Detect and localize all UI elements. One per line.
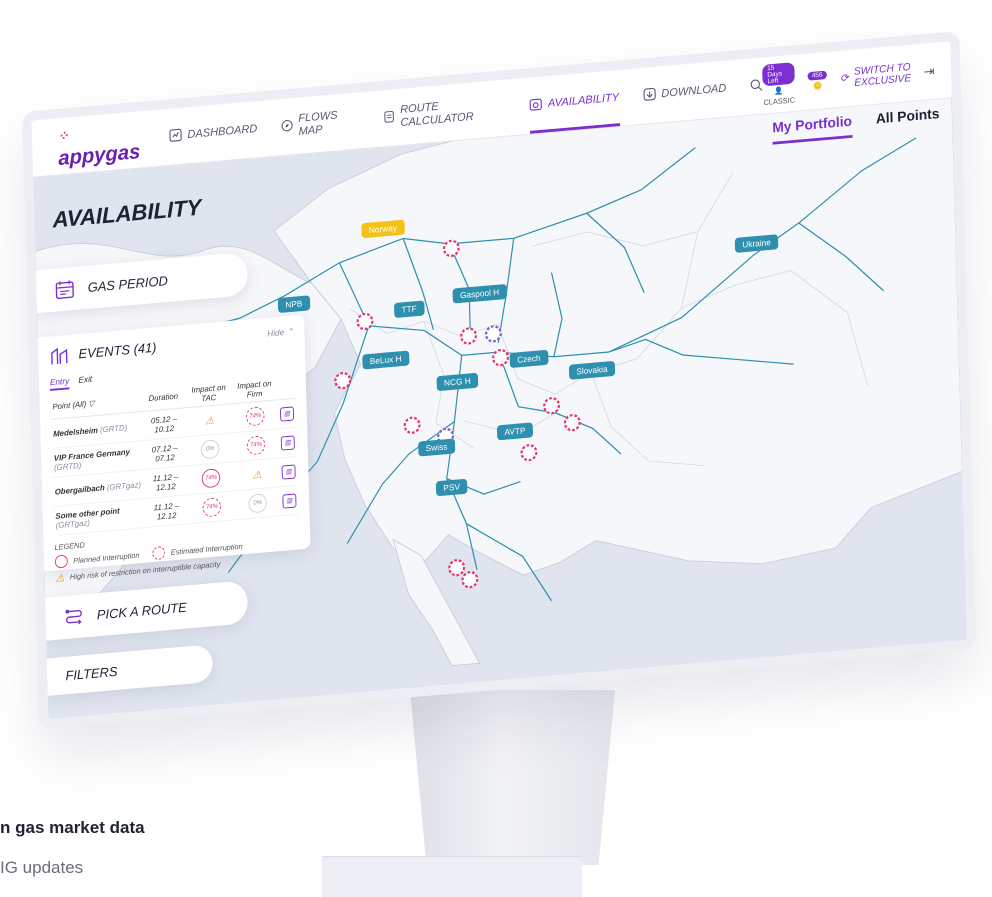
download-icon bbox=[643, 87, 656, 101]
warning-icon: ⚠ bbox=[55, 572, 65, 585]
cell-tac: ⚠ bbox=[186, 403, 233, 437]
cell-duration: 11.12 – 12.12 bbox=[143, 494, 190, 528]
user-icon: 👤 bbox=[774, 86, 784, 96]
operator: (GRTgaz) bbox=[106, 479, 142, 492]
nav-route-calculator-label: ROUTE CALCULATOR bbox=[399, 98, 474, 129]
nav-availability[interactable]: AVAILABILITY bbox=[528, 69, 620, 134]
switch-exclusive-button[interactable]: ⟳ SWITCH TO EXCLUSIVE bbox=[840, 61, 911, 90]
events-panel: EVENTS (41) Hide ⌃ Entry Exit Point (All… bbox=[37, 314, 311, 585]
impact-badge: 74% bbox=[201, 468, 221, 489]
operator: (GRTD) bbox=[99, 422, 128, 435]
gas-period-label: GAS PERIOD bbox=[87, 272, 168, 295]
marketing-tagline: n gas market data bbox=[0, 818, 145, 837]
days-left-badge: 15 Days Left bbox=[762, 61, 795, 86]
monitor-stand-neck bbox=[410, 690, 615, 865]
chevron-up-icon: ⌃ bbox=[286, 326, 294, 337]
nav-dashboard[interactable]: DASHBOARD bbox=[168, 101, 258, 165]
col-action bbox=[277, 373, 296, 400]
nav-right: 15 Days Left 👤 CLASSIC 456 🪙 ⟳ SWITCH TO… bbox=[762, 50, 935, 107]
tab-entry[interactable]: Entry bbox=[49, 376, 70, 391]
warning-icon: ⚠ bbox=[252, 468, 262, 481]
impact-badge: 0% bbox=[248, 493, 268, 514]
cell-tac: 74% bbox=[188, 490, 236, 524]
credits-badge: 456 bbox=[807, 70, 828, 81]
app-screen: Norway NPB TTF Gaspool H BeLux H NCG H C… bbox=[31, 41, 968, 720]
coins-icon: 🪙 bbox=[812, 81, 823, 91]
app-logo[interactable]: ⁘appygas bbox=[57, 115, 146, 171]
switch-label: SWITCH TO EXCLUSIVE bbox=[854, 61, 911, 88]
estimated-interruption-icon bbox=[152, 546, 166, 561]
events-title: EVENTS (41) bbox=[78, 339, 157, 362]
tab-exit[interactable]: Exit bbox=[78, 374, 92, 388]
cell-action: ▥ bbox=[277, 398, 297, 429]
impact-badge: 74% bbox=[245, 406, 265, 427]
cell-action: ▥ bbox=[279, 456, 298, 487]
marketing-subtext: IG updates bbox=[0, 858, 84, 877]
nav-availability-label: AVAILABILITY bbox=[547, 89, 620, 110]
col-point-label: Point (All) bbox=[52, 398, 87, 411]
impact-badge: 74% bbox=[202, 497, 222, 518]
nav-download-label: DOWNLOAD bbox=[661, 80, 727, 100]
logout-icon[interactable]: ⇥ bbox=[923, 63, 934, 80]
cell-duration: 05.12 – 10.12 bbox=[141, 407, 188, 441]
filter-icon[interactable]: ▽ bbox=[88, 398, 94, 408]
events-table: Point (All) ▽ Duration Impact on TAC Imp… bbox=[50, 373, 299, 536]
operator: (GRTgaz) bbox=[55, 517, 90, 531]
availability-icon bbox=[529, 98, 543, 111]
hide-label: Hide bbox=[267, 327, 285, 339]
map-label-swiss[interactable]: Swiss bbox=[418, 438, 455, 457]
cell-action: ▥ bbox=[278, 427, 297, 458]
cell-action: ▥ bbox=[280, 485, 299, 516]
chart-icon[interactable]: ▥ bbox=[282, 492, 297, 509]
map-label-avtp[interactable]: AVTP bbox=[496, 422, 533, 441]
impact-badge: 0% bbox=[200, 439, 220, 460]
dashboard-icon bbox=[169, 128, 182, 142]
chart-icon[interactable]: ▥ bbox=[280, 434, 295, 451]
logo-mark-icon: ⁘ bbox=[57, 127, 69, 144]
filters-label: FILTERS bbox=[65, 663, 118, 684]
cell-firm: 74% bbox=[231, 399, 279, 433]
compass-icon bbox=[281, 119, 293, 131]
legend-estimated: Estimated Interruption bbox=[170, 541, 243, 557]
legend-planned: Planned Interruption bbox=[73, 550, 140, 565]
user-plan[interactable]: 15 Days Left 👤 CLASSIC bbox=[762, 61, 796, 107]
nav-route-calculator[interactable]: ROUTE CALCULATOR bbox=[382, 80, 506, 147]
cell-tac: 74% bbox=[187, 461, 235, 495]
calculator-icon bbox=[384, 110, 394, 123]
map-label-psv[interactable]: PSV bbox=[435, 478, 468, 497]
logo-text: appygas bbox=[57, 139, 141, 170]
calendar-icon bbox=[55, 280, 74, 299]
credits[interactable]: 456 🪙 bbox=[807, 70, 828, 91]
planned-interruption-icon bbox=[54, 554, 68, 569]
chart-icon[interactable]: ▥ bbox=[279, 405, 295, 422]
point-name: VIP France Germany bbox=[53, 446, 131, 463]
cell-duration: 11.12 – 12.12 bbox=[142, 465, 189, 499]
point-name: Obergailbach bbox=[54, 482, 105, 497]
search-icon bbox=[750, 78, 763, 91]
operator: (GRTD) bbox=[53, 460, 82, 473]
map-label-npb[interactable]: NPB bbox=[277, 295, 310, 314]
events-icon bbox=[51, 347, 68, 365]
point-name: Medelsheim bbox=[53, 425, 98, 439]
route-icon bbox=[65, 609, 82, 625]
warning-icon: ⚠ bbox=[204, 414, 215, 427]
nav-flows-map[interactable]: FLOWS MAP bbox=[280, 92, 359, 155]
cell-firm: 0% bbox=[234, 486, 282, 520]
impact-badge: 74% bbox=[246, 435, 266, 456]
cell-firm: 74% bbox=[232, 428, 280, 462]
map-label-ttf[interactable]: TTF bbox=[393, 300, 425, 319]
cell-firm: ⚠ bbox=[233, 457, 281, 491]
plan-label: CLASSIC bbox=[763, 95, 796, 107]
cell-tac: 0% bbox=[187, 432, 234, 466]
monitor-screen: Norway NPB TTF Gaspool H BeLux H NCG H C… bbox=[22, 31, 977, 730]
pick-route-label: PICK A ROUTE bbox=[96, 599, 187, 623]
nav-dashboard-label: DASHBOARD bbox=[187, 121, 258, 141]
nav-download[interactable]: DOWNLOAD bbox=[642, 61, 727, 124]
nav-flows-map-label: FLOWS MAP bbox=[298, 107, 338, 138]
chart-icon[interactable]: ▥ bbox=[281, 463, 296, 480]
cell-duration: 07.12 – 07.12 bbox=[141, 436, 188, 470]
refresh-icon: ⟳ bbox=[839, 72, 849, 85]
